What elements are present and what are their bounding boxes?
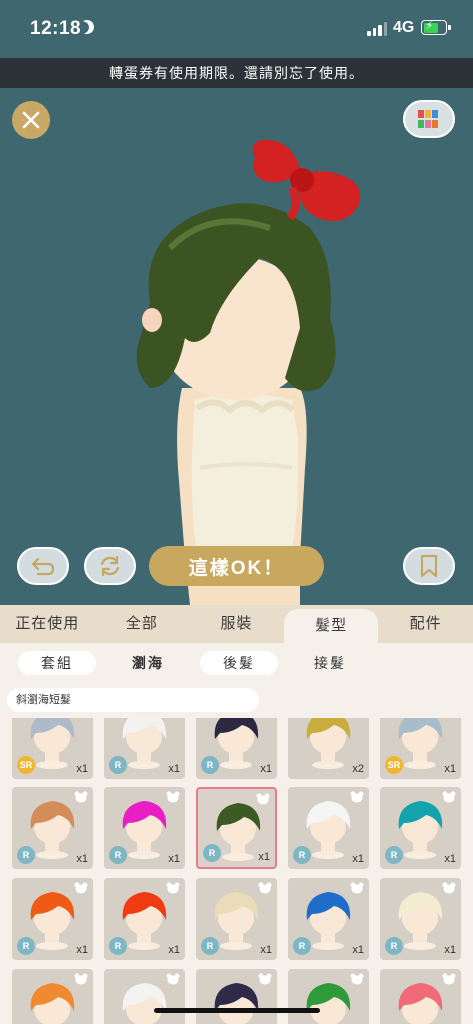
bear-icon bbox=[166, 882, 180, 894]
hair-item-card[interactable] bbox=[380, 969, 461, 1024]
confirm-button[interactable]: 這樣OK！ bbox=[149, 546, 324, 586]
item-count: x2 bbox=[352, 763, 364, 775]
bear-icon bbox=[442, 791, 456, 803]
tab-in-use[interactable]: 正在使用 bbox=[0, 605, 95, 643]
tab-clothing[interactable]: 服裝 bbox=[189, 605, 284, 643]
hair-item-card[interactable]: SR x1 bbox=[380, 718, 461, 779]
hair-item-card[interactable]: Rx1 bbox=[104, 718, 185, 779]
bookmark-icon bbox=[420, 554, 438, 578]
item-count: x1 bbox=[168, 763, 180, 775]
rarity-badge: R bbox=[203, 844, 221, 862]
bear-icon bbox=[442, 973, 456, 985]
tab-hairstyle[interactable]: 髮型 bbox=[283, 609, 379, 643]
item-count: x1 bbox=[352, 853, 364, 865]
rarity-badge: R bbox=[17, 937, 35, 955]
subtab-bangs[interactable]: 瀏海 bbox=[109, 651, 187, 675]
item-count: x1 bbox=[260, 763, 272, 775]
notice-banner: 轉蛋券有使用期限。還請別忘了使用。 bbox=[0, 58, 473, 88]
subtab-back-hair[interactable]: 後髮 bbox=[200, 651, 278, 675]
hair-item-card[interactable]: Rx1 bbox=[380, 787, 461, 869]
rarity-badge: R bbox=[201, 937, 219, 955]
hair-item-card[interactable]: Rx1 bbox=[196, 878, 277, 960]
rarity-badge: R bbox=[293, 937, 311, 955]
bear-icon bbox=[166, 791, 180, 803]
close-icon bbox=[22, 111, 40, 129]
home-indicator[interactable] bbox=[154, 1008, 320, 1013]
hair-subtabs: 套組 瀏海 後髮 接髮 bbox=[0, 643, 473, 683]
item-count: x1 bbox=[76, 944, 88, 956]
close-button[interactable] bbox=[12, 101, 50, 139]
hair-item-card[interactable]: Rx1 bbox=[288, 787, 369, 869]
bear-icon bbox=[74, 882, 88, 894]
bear-icon bbox=[166, 973, 180, 985]
hair-item-card[interactable]: Rx1 bbox=[288, 878, 369, 960]
item-count: x1 bbox=[168, 853, 180, 865]
hair-item-card[interactable]: Rx1 bbox=[12, 787, 93, 869]
bear-icon bbox=[256, 793, 270, 805]
item-name-label: 斜瀏海短髮 bbox=[7, 688, 259, 712]
undo-button[interactable] bbox=[17, 547, 69, 585]
hair-item-card[interactable]: Rx1 bbox=[380, 878, 461, 960]
hair-item-card[interactable] bbox=[104, 969, 185, 1024]
rarity-badge: R bbox=[385, 846, 403, 864]
tab-accessories[interactable]: 配件 bbox=[378, 605, 473, 643]
item-count: x1 bbox=[444, 763, 456, 775]
bookmark-button[interactable] bbox=[403, 547, 455, 585]
item-count: x1 bbox=[444, 853, 456, 865]
bear-icon bbox=[74, 973, 88, 985]
bear-icon bbox=[350, 791, 364, 803]
refresh-icon bbox=[100, 555, 120, 577]
bear-icon bbox=[350, 973, 364, 985]
status-bar: 12:18 4G bbox=[0, 0, 473, 58]
category-tabs: 正在使用 全部 服裝 髮型 配件 bbox=[0, 605, 473, 643]
rarity-badge: R bbox=[17, 846, 35, 864]
undo-icon bbox=[31, 557, 55, 576]
bear-icon bbox=[74, 791, 88, 803]
hair-item-card[interactable]: Rx1 bbox=[196, 787, 277, 869]
hair-item-card[interactable]: x2 bbox=[288, 718, 369, 779]
hair-item-card[interactable]: Rx1 bbox=[104, 787, 185, 869]
bear-icon bbox=[350, 882, 364, 894]
item-count: x1 bbox=[168, 944, 180, 956]
subtab-extensions[interactable]: 接髮 bbox=[291, 651, 369, 675]
signal-icon bbox=[367, 22, 387, 36]
network-type: 4G bbox=[393, 19, 415, 36]
hair-item-card[interactable]: Rx1 bbox=[104, 878, 185, 960]
color-grid-icon bbox=[418, 110, 438, 128]
subtab-set[interactable]: 套組 bbox=[18, 651, 96, 675]
hair-item-card[interactable] bbox=[12, 969, 93, 1024]
avatar-stage: 這樣OK！ bbox=[0, 88, 473, 605]
rarity-badge: R bbox=[293, 846, 311, 864]
rarity-badge: R bbox=[201, 756, 219, 774]
bear-icon bbox=[258, 973, 272, 985]
item-count: x1 bbox=[444, 944, 456, 956]
hair-item-card[interactable] bbox=[196, 969, 277, 1024]
rarity-badge: R bbox=[109, 756, 127, 774]
battery-icon bbox=[421, 19, 451, 35]
closet-panel: 正在使用 全部 服裝 髮型 配件 套組 瀏海 後髮 接髮 斜瀏海短髮 SR x1 R… bbox=[0, 605, 473, 1024]
hair-item-card[interactable]: Rx1 bbox=[196, 718, 277, 779]
hair-item-card[interactable]: SR x1 bbox=[12, 718, 93, 779]
status-time: 12:18 bbox=[30, 18, 82, 39]
tab-all[interactable]: 全部 bbox=[95, 605, 190, 643]
hair-item-card[interactable]: Rx1 bbox=[12, 878, 93, 960]
bear-icon bbox=[442, 882, 456, 894]
avatar-preview bbox=[136, 139, 361, 605]
item-count: x1 bbox=[260, 944, 272, 956]
item-count: x1 bbox=[352, 944, 364, 956]
item-count: x1 bbox=[258, 851, 270, 863]
rarity-badge: SR bbox=[385, 756, 403, 774]
item-count: x1 bbox=[76, 853, 88, 865]
hair-item-card[interactable] bbox=[288, 969, 369, 1024]
rarity-badge: R bbox=[109, 937, 127, 955]
color-palette-button[interactable] bbox=[403, 100, 455, 138]
reset-button[interactable] bbox=[84, 547, 136, 585]
rarity-badge: R bbox=[385, 937, 403, 955]
item-grid: SR x1 Rx1 Rx1 x2 SR x1 Rx1 Rx1 Rx1 Rx1 Rx1 Rx1 Rx1 Rx1… bbox=[0, 718, 473, 1024]
rarity-badge: SR bbox=[17, 756, 35, 774]
bear-icon bbox=[258, 882, 272, 894]
item-count: x1 bbox=[76, 763, 88, 775]
rarity-badge: R bbox=[109, 846, 127, 864]
